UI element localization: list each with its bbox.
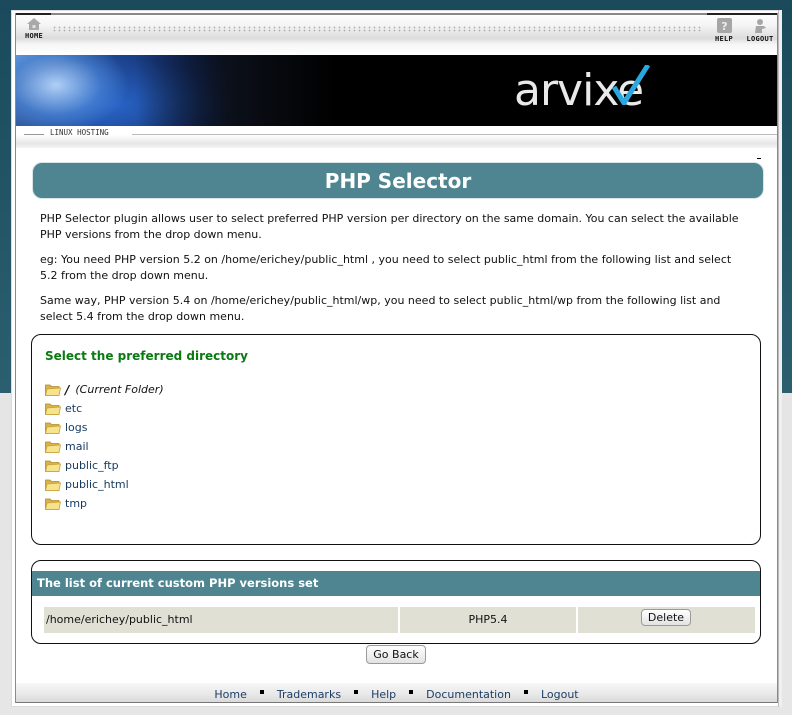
- home-button[interactable]: HOME: [22, 18, 46, 40]
- help-label: HELP: [714, 35, 734, 43]
- minimize-dash: [757, 158, 761, 159]
- hosting-line-right: [132, 134, 777, 135]
- directory-name: public_ftp: [65, 459, 119, 472]
- folder-icon: [45, 403, 61, 415]
- current-folder-note: (Current Folder): [75, 383, 164, 396]
- directory-item[interactable]: public_html: [45, 475, 164, 494]
- user-logout-icon: [755, 19, 766, 33]
- nav-border-left: [16, 13, 51, 15]
- root-folder-name: /: [65, 382, 70, 397]
- folder-icon: [45, 498, 61, 510]
- svg-text:?: ?: [721, 20, 727, 33]
- directory-item[interactable]: logs: [45, 418, 164, 437]
- directory-selector: Select the preferred directory / (Curren…: [31, 334, 761, 545]
- folder-icon: [45, 460, 61, 472]
- directory-title: Select the preferred directory: [45, 349, 248, 363]
- versions-title: The list of current custom PHP versions …: [32, 571, 760, 596]
- custom-versions-panel: The list of current custom PHP versions …: [31, 560, 761, 644]
- directory-item-root[interactable]: / (Current Folder): [45, 380, 164, 399]
- home-icon: [27, 18, 41, 30]
- hosting-strip: LINUX HOSTING: [16, 126, 777, 148]
- logout-button[interactable]: LOGOUT: [744, 18, 776, 43]
- folder-icon: [45, 479, 61, 491]
- delete-button[interactable]: Delete: [641, 609, 691, 626]
- help-icon: ?: [716, 18, 732, 33]
- help-button[interactable]: ? HELP: [713, 18, 735, 43]
- table-row: /home/erichey/public_html PHP5.4 Delete: [44, 607, 757, 633]
- nav-border-right: [707, 13, 777, 15]
- directory-item[interactable]: tmp: [45, 494, 164, 513]
- nav-border-mid: [51, 13, 723, 15]
- footer-separator: [259, 689, 264, 694]
- intro-paragraph-3: Same way, PHP version 5.4 on /home/erich…: [40, 294, 721, 323]
- version-action-cell: Delete: [578, 607, 755, 633]
- directory-item[interactable]: mail: [45, 437, 164, 456]
- folder-icon: [45, 384, 61, 396]
- go-back-button[interactable]: Go Back: [366, 645, 426, 664]
- footer-link-home[interactable]: Home: [214, 684, 246, 701]
- intro-paragraph-1: PHP Selector plugin allows user to selec…: [40, 212, 739, 241]
- directory-name: public_html: [65, 478, 129, 491]
- header-banner: arvixe: [16, 55, 777, 126]
- hosting-label: LINUX HOSTING: [50, 128, 109, 137]
- footer-link-help[interactable]: Help: [371, 684, 396, 701]
- footer-link-documentation[interactable]: Documentation: [426, 684, 511, 701]
- top-navigation: HOME ? HELP LOGOUT: [16, 13, 777, 55]
- banner-swirl-fade: [136, 55, 336, 126]
- window-right-edge: [778, 10, 782, 707]
- footer-separator: [354, 689, 359, 694]
- footer-separator: [409, 689, 414, 694]
- home-label: HOME: [24, 32, 44, 40]
- version-value: PHP5.4: [400, 607, 576, 633]
- directory-name: tmp: [65, 497, 88, 510]
- directory-name: logs: [65, 421, 88, 434]
- footer-link-logout[interactable]: Logout: [541, 684, 579, 701]
- footer-link-trademarks[interactable]: Trademarks: [277, 684, 341, 701]
- page-title-bar: PHP Selector: [32, 162, 764, 199]
- hosting-line-left: [24, 134, 44, 135]
- footer-separator: [523, 689, 528, 694]
- dotted-decoration: [52, 26, 702, 32]
- directory-name: etc: [65, 402, 83, 415]
- folder-icon: [45, 441, 61, 453]
- version-path: /home/erichey/public_html: [44, 607, 398, 633]
- footer-nav: Home Trademarks Help Documentation Logou…: [16, 683, 777, 703]
- intro-text: PHP Selector plugin allows user to selec…: [40, 211, 752, 334]
- folder-icon: [45, 422, 61, 434]
- logout-label: LOGOUT: [746, 35, 774, 43]
- directory-list: / (Current Folder) etc logs mail public_…: [45, 380, 164, 513]
- directory-item[interactable]: public_ftp: [45, 456, 164, 475]
- directory-item[interactable]: etc: [45, 399, 164, 418]
- page-title: PHP Selector: [324, 168, 472, 193]
- directory-name: mail: [65, 440, 89, 453]
- intro-paragraph-2: eg: You need PHP version 5.2 on /home/er…: [40, 253, 732, 282]
- logo-checkmark-icon: [611, 65, 650, 105]
